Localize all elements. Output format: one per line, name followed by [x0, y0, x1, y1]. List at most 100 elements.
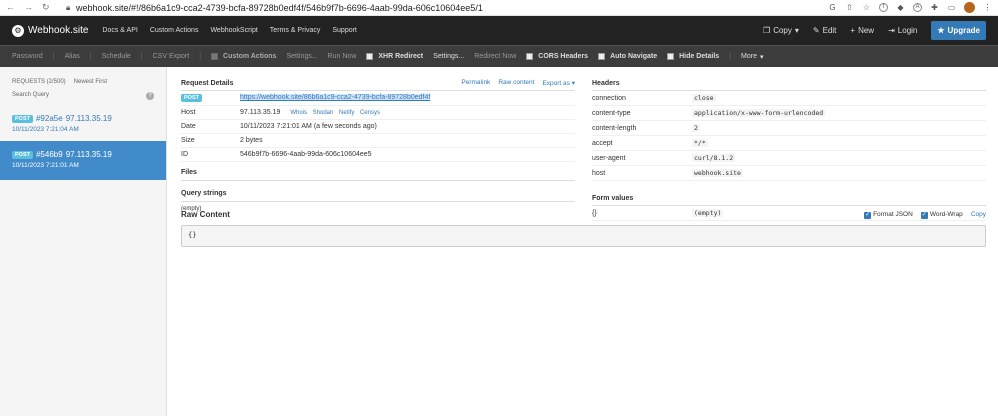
copy-label: Copy: [773, 26, 792, 35]
custom-actions-label: Custom Actions: [223, 53, 277, 60]
edit-icon: ✎: [812, 26, 820, 35]
upgrade-button[interactable]: ★ Upgrade: [931, 21, 986, 40]
star-icon: ★: [937, 26, 945, 35]
run-now-button[interactable]: Run Now: [328, 53, 357, 60]
permalink-link[interactable]: Permalink: [461, 79, 490, 87]
request-list-item[interactable]: POST #92a5e 97.113.35.19 10/11/2023 7:21…: [0, 108, 166, 139]
netify-link[interactable]: Netify: [339, 110, 354, 116]
size-value: 2 bytes: [240, 133, 575, 148]
whois-link[interactable]: Whois: [290, 110, 307, 116]
password-button[interactable]: Password: [12, 53, 43, 60]
xhr-redirect-label: XHR Redirect: [378, 53, 424, 60]
query-strings-label: Query strings: [181, 190, 227, 197]
raw-content-link[interactable]: Raw content: [498, 79, 534, 87]
word-wrap-toggle[interactable]: ✓ Word-Wrap: [920, 211, 963, 219]
request-url-link[interactable]: https://webhook.site/86b6a1c9-cca2-4739-…: [240, 94, 431, 102]
raw-content-section: Raw Content ✓ Format JSON ✓ Word-Wrap Copy…: [181, 210, 986, 247]
format-json-label: Format JSON: [873, 210, 913, 218]
google-icon[interactable]: G: [828, 3, 837, 12]
size-label: Size: [181, 133, 240, 148]
censys-link[interactable]: Censys: [360, 110, 380, 116]
toolbar: Password | Alias | Schedule | CSV Export…: [0, 45, 998, 67]
checkbox-checked-icon[interactable]: ✓: [920, 211, 928, 219]
more-label: More: [741, 53, 757, 60]
table-row: POST https://webhook.site/86b6a1c9-cca2-…: [181, 91, 575, 106]
login-button[interactable]: ⇥ Login: [888, 26, 917, 35]
requests-count: REQUESTS (2/500): [12, 79, 66, 85]
header-value: 2: [692, 124, 700, 132]
copy-button[interactable]: ❐ Copy ▾: [763, 26, 799, 35]
cors-headers-toggle[interactable]: CORS Headers: [526, 53, 588, 60]
share-icon[interactable]: ⇧: [845, 3, 854, 12]
star-icon[interactable]: ☆: [862, 3, 871, 12]
divider: |: [52, 53, 55, 60]
nav-link-custom-actions[interactable]: Custom Actions: [150, 27, 199, 34]
table-row: connection close: [592, 91, 986, 106]
date-label: Date: [181, 119, 240, 134]
extension-shield-icon[interactable]: ◆: [896, 3, 905, 12]
hide-details-checkbox[interactable]: [667, 53, 675, 60]
request-id: #546b9: [35, 150, 63, 159]
xhr-redirect-toggle[interactable]: XHR Redirect: [366, 53, 423, 60]
method-badge: POST: [12, 114, 33, 123]
csv-export-button[interactable]: CSV Export: [153, 53, 190, 60]
nav-link-webhookscript[interactable]: WebhookScript: [210, 27, 257, 34]
nav-link-support[interactable]: Support: [332, 27, 357, 34]
custom-actions-checkbox[interactable]: [211, 53, 219, 60]
sidepanel-icon[interactable]: ▭: [947, 3, 956, 12]
cors-headers-checkbox[interactable]: [526, 53, 534, 60]
checkbox-checked-icon[interactable]: ✓: [864, 211, 872, 219]
menu-icon[interactable]: ⋮: [983, 3, 992, 12]
new-button[interactable]: + New: [850, 26, 874, 35]
xhr-redirect-checkbox[interactable]: [366, 53, 374, 60]
auto-navigate-toggle[interactable]: Auto Navigate: [598, 53, 657, 60]
export-dropdown[interactable]: Export as ▾: [542, 79, 575, 87]
plus-icon: +: [850, 26, 856, 35]
request-ip: 97.113.35.19: [65, 150, 112, 159]
format-json-toggle[interactable]: ✓ Format JSON: [864, 211, 913, 219]
alias-button[interactable]: Alias: [65, 53, 80, 60]
sort-toggle[interactable]: Newest First: [74, 79, 107, 85]
table-row: content-type application/x-www-form-urlen…: [592, 105, 986, 121]
request-details-header: Request Details Permalink Raw content Ex…: [181, 78, 575, 88]
search-query-input[interactable]: Search Query: [12, 92, 49, 100]
custom-actions-toggle[interactable]: Custom Actions: [211, 53, 276, 60]
header-value: */*: [692, 139, 708, 147]
edit-button[interactable]: ✎ Edit: [813, 26, 837, 35]
redirect-now-button[interactable]: Redirect Now: [474, 53, 516, 60]
form-values-header: Form values: [592, 193, 986, 203]
request-list-item-selected[interactable]: POST #546b9 97.113.35.19 10/11/2023 7:21…: [0, 141, 166, 180]
copy-raw-link[interactable]: Copy: [971, 211, 986, 218]
custom-actions-settings-button[interactable]: Settings...: [286, 53, 317, 60]
header-key: content-type: [592, 105, 692, 121]
lock-icon[interactable]: 🔒︎: [66, 3, 76, 13]
brand[interactable]: ⚙ Webhook.site: [12, 24, 88, 37]
xhr-settings-button[interactable]: Settings...: [433, 53, 464, 60]
header-key: user-agent: [592, 150, 692, 166]
divider: |: [140, 53, 143, 60]
reload-icon[interactable]: ↻: [42, 2, 50, 13]
nav-link-docs[interactable]: Docs & API: [102, 27, 137, 34]
browser-nav: ← → ↻: [6, 2, 66, 13]
auto-navigate-checkbox[interactable]: [598, 53, 606, 60]
puzzle-icon[interactable]: ✚: [930, 3, 939, 12]
hide-details-toggle[interactable]: Hide Details: [667, 53, 719, 60]
header-value: close: [692, 94, 716, 102]
extension-a-icon[interactable]: A: [913, 3, 922, 12]
forward-icon[interactable]: →: [24, 2, 33, 13]
nav-link-terms[interactable]: Terms & Privacy: [270, 27, 321, 34]
address-bar[interactable]: webhook.site/#!/86b6a1c9-cca2-4739-bcfa-…: [76, 3, 828, 13]
more-menu[interactable]: More ▾: [741, 53, 763, 61]
back-icon[interactable]: ←: [6, 2, 15, 13]
files-title: Files: [181, 168, 575, 178]
hide-details-label: Hide Details: [679, 53, 720, 60]
request-sidebar: REQUESTS (2/500) Newest First Search Que…: [0, 67, 167, 416]
shodan-link[interactable]: Shodan: [313, 110, 334, 116]
help-icon[interactable]: ?: [146, 92, 154, 100]
main-area: REQUESTS (2/500) Newest First Search Que…: [0, 67, 998, 416]
schedule-button[interactable]: Schedule: [102, 53, 131, 60]
request-details-title: Request Details: [181, 79, 234, 87]
profile-avatar[interactable]: [964, 2, 975, 13]
extension-f-icon[interactable]: f: [879, 3, 888, 12]
raw-content-box[interactable]: {}: [181, 225, 986, 247]
